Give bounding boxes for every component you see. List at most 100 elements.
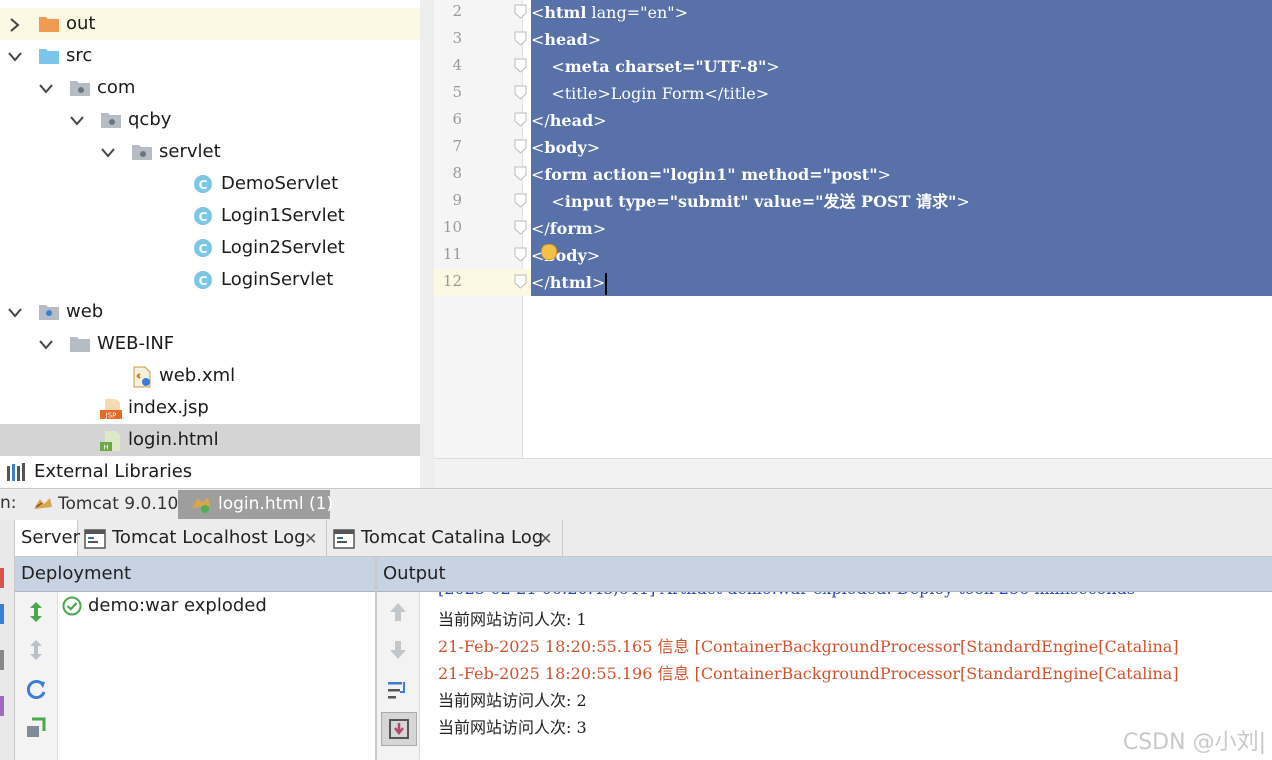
tab-tomcat-run[interactable]: Tomcat 9.0.10: [28, 490, 178, 519]
libraries-icon: [6, 462, 28, 482]
tree-item-web-xml[interactable]: web.xml: [0, 360, 420, 392]
tab-label: Tomcat Localhost Log: [112, 527, 306, 548]
code-line[interactable]: 5 <title>Login Form</title>: [434, 80, 1272, 107]
code-line[interactable]: 11 <body>: [434, 242, 1272, 269]
deployment-item[interactable]: demo:war exploded: [58, 592, 375, 622]
code-token: </: [531, 111, 550, 130]
chevron-down-icon[interactable]: [99, 136, 115, 168]
code-token: <: [531, 3, 545, 22]
fold-marker-icon[interactable]: [514, 112, 527, 127]
code-token: body: [544, 138, 587, 157]
refresh-icon[interactable]: [24, 678, 48, 702]
tree-item-loginservlet[interactable]: C LoginServlet: [0, 264, 420, 296]
tree-item-web[interactable]: web: [0, 296, 420, 328]
text-caret: [605, 272, 608, 295]
code-token: >: [586, 138, 601, 157]
chevron-down-icon[interactable]: [37, 328, 53, 360]
scroll-to-end-button[interactable]: [381, 712, 417, 746]
code-text: </html>: [531, 269, 1272, 296]
tree-item-login2servlet[interactable]: C Login2Servlet: [0, 232, 420, 264]
code-line[interactable]: 4 <meta charset="UTF-8">: [434, 53, 1272, 80]
close-icon[interactable]: ✕: [539, 529, 552, 548]
fold-marker-icon[interactable]: [514, 274, 527, 289]
output-title: Output: [383, 563, 446, 584]
tab-server[interactable]: Server: [15, 520, 80, 556]
code-token: <: [531, 165, 545, 184]
line-number: 12: [442, 272, 462, 290]
editor-bottom-area: [434, 458, 1272, 489]
fold-marker-icon[interactable]: [514, 166, 527, 181]
code-line[interactable]: 10 </form>: [434, 215, 1272, 242]
arrow-down-icon[interactable]: [386, 638, 410, 662]
undeploy-icon[interactable]: [24, 638, 48, 662]
tree-item-servlet[interactable]: servlet: [0, 136, 420, 168]
code-token: </: [531, 219, 550, 238]
fold-marker-icon[interactable]: [514, 247, 527, 262]
fold-marker-icon[interactable]: [514, 220, 527, 235]
code-token: <: [531, 30, 545, 49]
chevron-down-icon[interactable]: [6, 296, 22, 328]
tree-item-index-jsp[interactable]: JSP index.jsp: [0, 392, 420, 424]
tree-item-label: login.html: [128, 429, 219, 450]
tree-item-login-html[interactable]: Hlogin.html: [0, 424, 420, 456]
tab-tomcat-catalina-log[interactable]: Tomcat Catalina Log ✕: [327, 520, 563, 556]
fold-marker-icon[interactable]: [514, 85, 527, 100]
code-line[interactable]: 3 <head>: [434, 26, 1272, 53]
chevron-down-icon[interactable]: [68, 104, 84, 136]
tab-tomcat-localhost-log[interactable]: Tomcat Localhost Log ✕: [78, 520, 327, 556]
code-token: <: [531, 192, 565, 211]
svg-text:C: C: [199, 274, 208, 288]
code-token: title: [723, 84, 756, 103]
chevron-right-icon[interactable]: [6, 8, 22, 40]
fold-marker-icon[interactable]: [514, 58, 527, 73]
code-line[interactable]: 9 <input type="submit" value="发送 POST 请求…: [434, 188, 1272, 215]
chevron-down-icon[interactable]: [6, 40, 22, 72]
watermark: CSDN @小刘|: [1122, 730, 1266, 755]
tree-item-out[interactable]: out: [0, 8, 420, 40]
code-text: <body>: [531, 242, 1272, 269]
project-tree[interactable]: out src com qcby servlet C DemoServlet C Login1S…: [0, 0, 420, 488]
code-line[interactable]: 6 </head>: [434, 107, 1272, 134]
code-line[interactable]: 8 <form action="login1" method="post">: [434, 161, 1272, 188]
svg-text:H: H: [103, 444, 108, 452]
fold-marker-icon[interactable]: [514, 139, 527, 154]
tree-item-web-inf[interactable]: WEB-INF: [0, 328, 420, 360]
soft-wrap-icon[interactable]: [386, 678, 410, 702]
deploy-icon[interactable]: [24, 716, 48, 740]
fold-marker-icon[interactable]: [514, 193, 527, 208]
deployment-list[interactable]: demo:war exploded: [58, 592, 375, 760]
svg-text:C: C: [199, 210, 208, 224]
lightbulb-icon[interactable]: [541, 244, 557, 260]
tree-item-login1servlet[interactable]: C Login1Servlet: [0, 200, 420, 232]
code-token: </: [531, 273, 550, 292]
deploy-all-icon[interactable]: [24, 600, 48, 624]
tab-label: Tomcat Catalina Log: [361, 527, 544, 548]
tree-scrollbar[interactable]: [420, 0, 434, 488]
tab-login-html-run[interactable]: login.html (1): [178, 490, 333, 519]
tree-item-qcby[interactable]: qcby: [0, 104, 420, 136]
tree-item-label: web: [66, 301, 104, 322]
code-token: html: [549, 273, 592, 292]
tree-item-demoservlet[interactable]: C DemoServlet: [0, 168, 420, 200]
line-number: 9: [452, 191, 462, 209]
code-line[interactable]: 7 <body>: [434, 134, 1272, 161]
close-icon[interactable]: ✕: [304, 529, 317, 548]
fold-marker-icon[interactable]: [514, 31, 527, 46]
code-line[interactable]: 12 </html>: [434, 269, 1272, 296]
tree-item-src[interactable]: src: [0, 40, 420, 72]
line-number: 4: [452, 56, 462, 74]
tree-item-com[interactable]: com: [0, 72, 420, 104]
arrow-up-icon[interactable]: [386, 600, 410, 624]
tree-item-label: qcby: [128, 109, 172, 130]
fold-marker-icon[interactable]: [514, 4, 527, 19]
tree-item-external-libraries[interactable]: External Libraries: [0, 456, 420, 488]
xml-file-icon: [131, 366, 153, 388]
code-editor[interactable]: 2 <html lang="en"> 3 <head> 4 <meta charset=…: [434, 0, 1272, 458]
line-number: 6: [452, 110, 462, 128]
code-line[interactable]: 2 <html lang="en">: [434, 0, 1272, 26]
code-token: lang="en">: [586, 3, 689, 22]
html-file-icon: H: [100, 430, 122, 452]
chevron-down-icon[interactable]: [37, 72, 53, 104]
check-circle-icon: [62, 596, 82, 616]
left-tool-strip: [0, 520, 15, 760]
